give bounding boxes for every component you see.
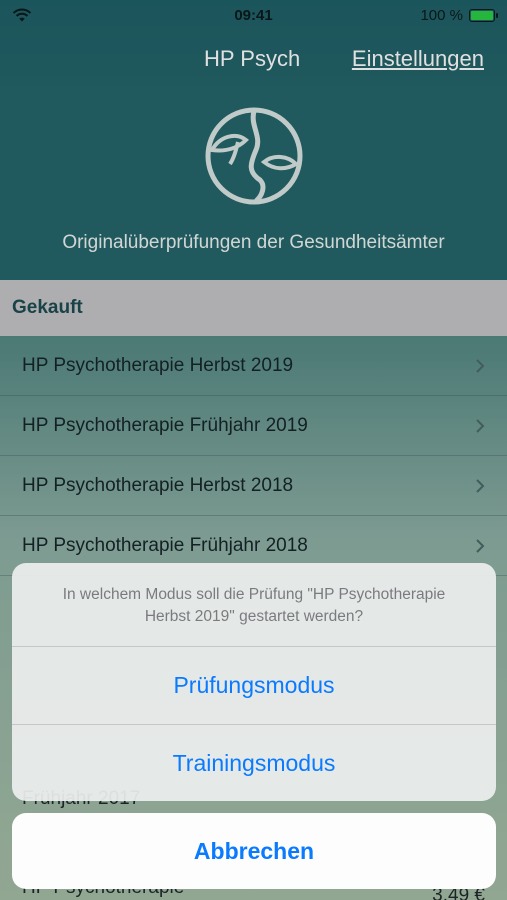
exam-mode-button[interactable]: Prüfungsmodus bbox=[12, 647, 496, 724]
cancel-button[interactable]: Abbrechen bbox=[12, 813, 496, 889]
action-sheet: In welchem Modus soll die Prüfung "HP Ps… bbox=[12, 563, 496, 801]
training-mode-button[interactable]: Trainingsmodus bbox=[12, 724, 496, 801]
app-screen: 09:41 100 % HP Psych Einstellungen Origi… bbox=[0, 0, 507, 900]
action-sheet-message: In welchem Modus soll die Prüfung "HP Ps… bbox=[12, 563, 496, 647]
